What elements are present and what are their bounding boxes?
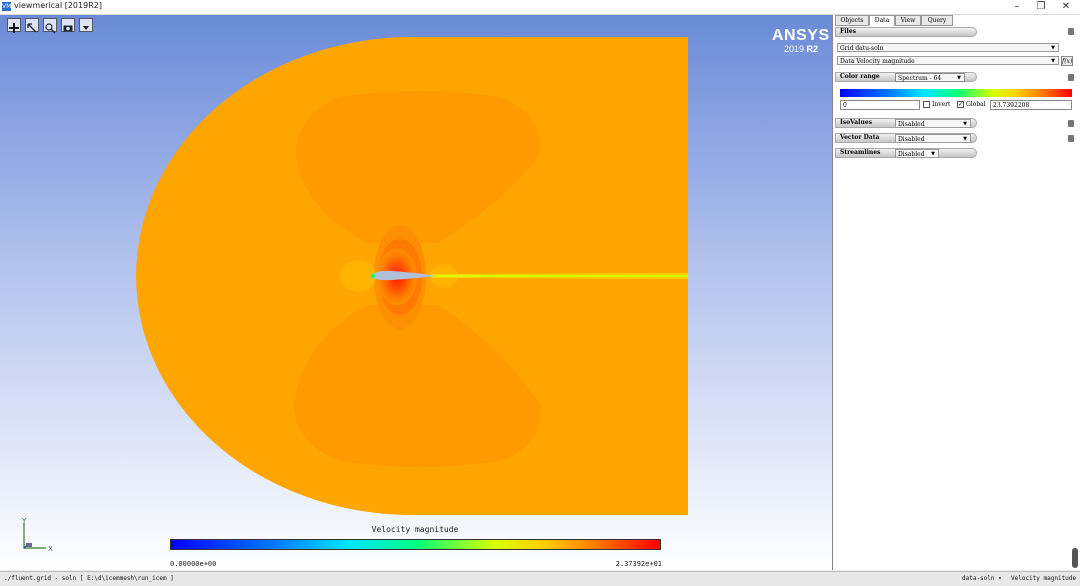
tab-objects[interactable]: Objects <box>835 15 869 26</box>
status-field-name: Velocity magnitude <box>1011 575 1077 582</box>
color-range-label: Color range <box>840 73 880 80</box>
x-axis-label: X <box>48 545 53 553</box>
axis-triad: Y X <box>21 517 53 553</box>
tab-data[interactable]: Data <box>869 15 895 26</box>
streamlines-select[interactable]: Disabled ▼ <box>895 149 939 158</box>
y-axis-label: Y <box>21 517 27 525</box>
chevron-down-icon: ▼ <box>1051 45 1055 51</box>
vector-data-label: Vector Data <box>840 134 880 141</box>
legend-title: Velocity magnitude <box>371 525 459 534</box>
status-dataset-select[interactable]: data-soln ▾ <box>962 575 1002 582</box>
cube-icon[interactable] <box>1068 28 1074 35</box>
global-checkbox[interactable]: ✓ <box>957 101 964 108</box>
invert-label: Invert <box>932 101 951 108</box>
ansys-logo: ANSYS 2019 R2 <box>772 27 830 55</box>
app-icon: VM <box>2 2 12 11</box>
vector-data-select[interactable]: Disabled ▼ <box>895 134 971 143</box>
spectrum-select-value: Spectrum - 64 <box>898 75 942 82</box>
cube-icon[interactable] <box>1068 135 1074 142</box>
spectrum-select[interactable]: Spectrum - 64 ▼ <box>895 73 965 82</box>
add-icon[interactable] <box>7 18 21 33</box>
leading-edge-point <box>370 273 376 279</box>
data-select[interactable]: Data Velocity magnitude ▼ <box>837 56 1059 65</box>
camera-icon[interactable] <box>61 18 75 32</box>
color-range-bar <box>840 89 1072 97</box>
dropdown-icon[interactable] <box>79 18 93 32</box>
status-file-path: ./fluent.grid - soln [ E:\d\icemmesh\run… <box>4 575 174 582</box>
window-title: viewmerical [2019R2] <box>14 1 102 10</box>
zoom-icon[interactable] <box>43 18 57 34</box>
legend-max-label: 2.37392e+01 <box>615 560 662 568</box>
cube-icon[interactable] <box>1068 74 1074 81</box>
isovalues-label: IsoValues <box>840 119 873 126</box>
isovalues-select[interactable]: Disabled ▼ <box>895 119 971 128</box>
graphics-viewport[interactable]: ANSYS 2019 R2 Y X Velocity magnitude 0.0… <box>0 15 833 570</box>
wake-inner <box>430 275 688 277</box>
vector-data-value: Disabled <box>898 136 925 143</box>
chevron-down-icon: ▼ <box>957 75 961 81</box>
grid-select[interactable]: Grid datu-soln ▼ <box>837 43 1059 52</box>
range-max-input[interactable]: 23.7392208 <box>990 100 1072 110</box>
grid-select-value: Grid datu-soln <box>840 45 884 52</box>
logo-name: ANSYS <box>772 27 830 44</box>
select-arrow-icon[interactable] <box>25 18 39 33</box>
legend-min-label: 0.00000e+00 <box>170 560 217 568</box>
streamlines-value: Disabled <box>898 151 925 158</box>
scrollbar-thumb[interactable] <box>1072 548 1078 568</box>
title-bar: VM viewmerical [2019R2] – ❐ ✕ <box>0 0 1080 15</box>
minimize-button[interactable]: – <box>1005 0 1029 14</box>
restore-button[interactable]: ❐ <box>1029 0 1053 14</box>
control-panel: Objects Data View Query Files Grid datu-… <box>833 15 1080 570</box>
chevron-down-icon: ▼ <box>963 121 967 127</box>
files-header[interactable]: Files <box>835 27 977 37</box>
chevron-down-icon: ▼ <box>931 151 935 157</box>
isovalues-value: Disabled <box>898 121 925 128</box>
invert-checkbox[interactable] <box>923 101 930 108</box>
range-min-input[interactable]: 0 <box>840 100 920 110</box>
chevron-down-icon: ▼ <box>963 136 967 142</box>
function-button[interactable]: f(x) <box>1061 56 1073 66</box>
tab-view[interactable]: View <box>895 15 921 26</box>
stagnation-zone <box>340 260 376 292</box>
data-select-value: Data Velocity magnitude <box>840 58 915 65</box>
contour-plot[interactable] <box>0 15 832 570</box>
streamlines-label: Streamlines <box>840 149 881 156</box>
legend-color-bar <box>170 539 661 550</box>
status-bar: ./fluent.grid - soln [ E:\d\icemmesh\run… <box>0 571 1080 586</box>
cube-icon[interactable] <box>1068 120 1074 127</box>
close-button[interactable]: ✕ <box>1054 0 1078 14</box>
global-label: Global <box>966 101 986 108</box>
logo-version: 2019 R2 <box>783 44 818 54</box>
chevron-down-icon: ▼ <box>1051 58 1055 64</box>
tab-query[interactable]: Query <box>921 15 953 26</box>
